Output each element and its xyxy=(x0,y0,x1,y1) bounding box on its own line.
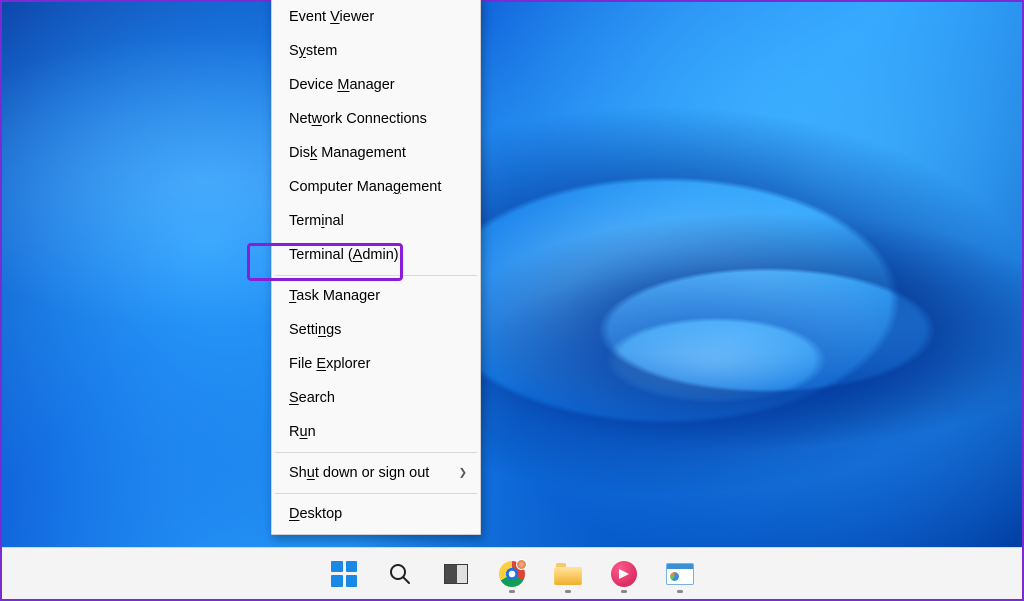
search-icon xyxy=(388,562,412,586)
task-view-button[interactable] xyxy=(435,553,477,595)
menu-item[interactable]: Run xyxy=(275,415,477,449)
windows-logo-icon xyxy=(331,561,357,587)
menu-item-label-pre: Device xyxy=(289,77,337,93)
chrome-icon xyxy=(499,561,525,587)
menu-item[interactable]: Search xyxy=(275,381,477,415)
menu-item-label-post: xplorer xyxy=(326,356,370,372)
start-button[interactable] xyxy=(323,553,365,595)
menu-item-label-post: ask Manager xyxy=(296,288,380,304)
winx-context-menu: Event ViewerSystemDevice ManagerNetwork … xyxy=(271,0,481,535)
menu-item[interactable]: Task Manager xyxy=(275,279,477,313)
menu-item[interactable]: Computer Management xyxy=(275,170,477,204)
menu-item-label-post: t down or sign out xyxy=(315,465,429,481)
menu-separator xyxy=(275,452,477,453)
wallpaper-art xyxy=(2,2,1022,599)
menu-item-label-pre: Computer Mana xyxy=(289,179,393,195)
menu-item-label-post: esktop xyxy=(299,506,342,522)
menu-item-label-pre: Event xyxy=(289,9,330,25)
menu-item-label-post: nal xyxy=(324,213,343,229)
menu-item-label-post: Management xyxy=(317,145,406,161)
menu-item-access-key: S xyxy=(289,390,299,406)
menu-item-label-post: dmin) xyxy=(362,247,398,263)
menu-item-label-pre: Setti xyxy=(289,322,318,338)
menu-item[interactable]: Settings xyxy=(275,313,477,347)
running-indicator xyxy=(509,590,515,593)
running-indicator xyxy=(565,590,571,593)
menu-item-access-key: n xyxy=(318,322,326,338)
file-explorer-icon xyxy=(554,563,582,585)
desktop-wallpaper: Event ViewerSystemDevice ManagerNetwork … xyxy=(2,2,1022,599)
menu-item[interactable]: Event Viewer xyxy=(275,0,477,34)
menu-item-label-pre: Net xyxy=(289,111,312,127)
menu-item-access-key: g xyxy=(393,179,401,195)
menu-item-label-post: iewer xyxy=(340,9,375,25)
control-panel-button[interactable] xyxy=(659,553,701,595)
menu-item-label-pre: R xyxy=(289,424,299,440)
menu-item-label-post: ement xyxy=(401,179,441,195)
control-panel-icon xyxy=(666,563,694,585)
pinned-app-button[interactable] xyxy=(603,553,645,595)
menu-item-access-key: w xyxy=(312,111,322,127)
menu-separator xyxy=(275,275,477,276)
menu-item-access-key: V xyxy=(330,9,339,25)
taskbar xyxy=(2,547,1022,599)
menu-item[interactable]: Network Connections xyxy=(275,102,477,136)
menu-item-label-pre: Term xyxy=(289,213,321,229)
menu-item-access-key: u xyxy=(299,424,307,440)
menu-item-access-key: u xyxy=(307,465,315,481)
profile-badge-icon xyxy=(516,559,527,570)
app-icon xyxy=(611,561,637,587)
task-view-icon xyxy=(444,564,468,584)
menu-item-label-post: gs xyxy=(326,322,341,338)
menu-item-label-post: n xyxy=(308,424,316,440)
chrome-button[interactable] xyxy=(491,553,533,595)
search-button[interactable] xyxy=(379,553,421,595)
menu-item-label-post: ork Connections xyxy=(322,111,427,127)
menu-item-label-post: earch xyxy=(299,390,335,406)
menu-item-label-pre: S xyxy=(289,43,299,59)
menu-item-label-post: stem xyxy=(306,43,337,59)
menu-item[interactable]: Disk Management xyxy=(275,136,477,170)
menu-item[interactable]: System xyxy=(275,34,477,68)
menu-item-label-pre: File xyxy=(289,356,316,372)
menu-separator xyxy=(275,493,477,494)
menu-item[interactable]: Shut down or sign out ❯ xyxy=(275,456,477,490)
menu-item-access-key: y xyxy=(299,43,306,59)
menu-item-label-pre: Dis xyxy=(289,145,310,161)
file-explorer-button[interactable] xyxy=(547,553,589,595)
menu-item[interactable]: Terminal (Admin) xyxy=(275,238,477,272)
menu-item-access-key: A xyxy=(353,247,363,263)
menu-item-access-key: M xyxy=(337,77,349,93)
chevron-right-icon: ❯ xyxy=(459,468,467,479)
menu-item[interactable]: Desktop xyxy=(275,497,477,531)
menu-item[interactable]: File Explorer xyxy=(275,347,477,381)
menu-item-label-post: anager xyxy=(349,77,394,93)
menu-item[interactable]: Device Manager xyxy=(275,68,477,102)
running-indicator xyxy=(677,590,683,593)
running-indicator xyxy=(621,590,627,593)
menu-item-label-pre: Sh xyxy=(289,465,307,481)
menu-item-access-key: D xyxy=(289,506,299,522)
menu-item-access-key: E xyxy=(316,356,326,372)
menu-item[interactable]: Terminal xyxy=(275,204,477,238)
menu-item-label-pre: Terminal ( xyxy=(289,247,353,263)
